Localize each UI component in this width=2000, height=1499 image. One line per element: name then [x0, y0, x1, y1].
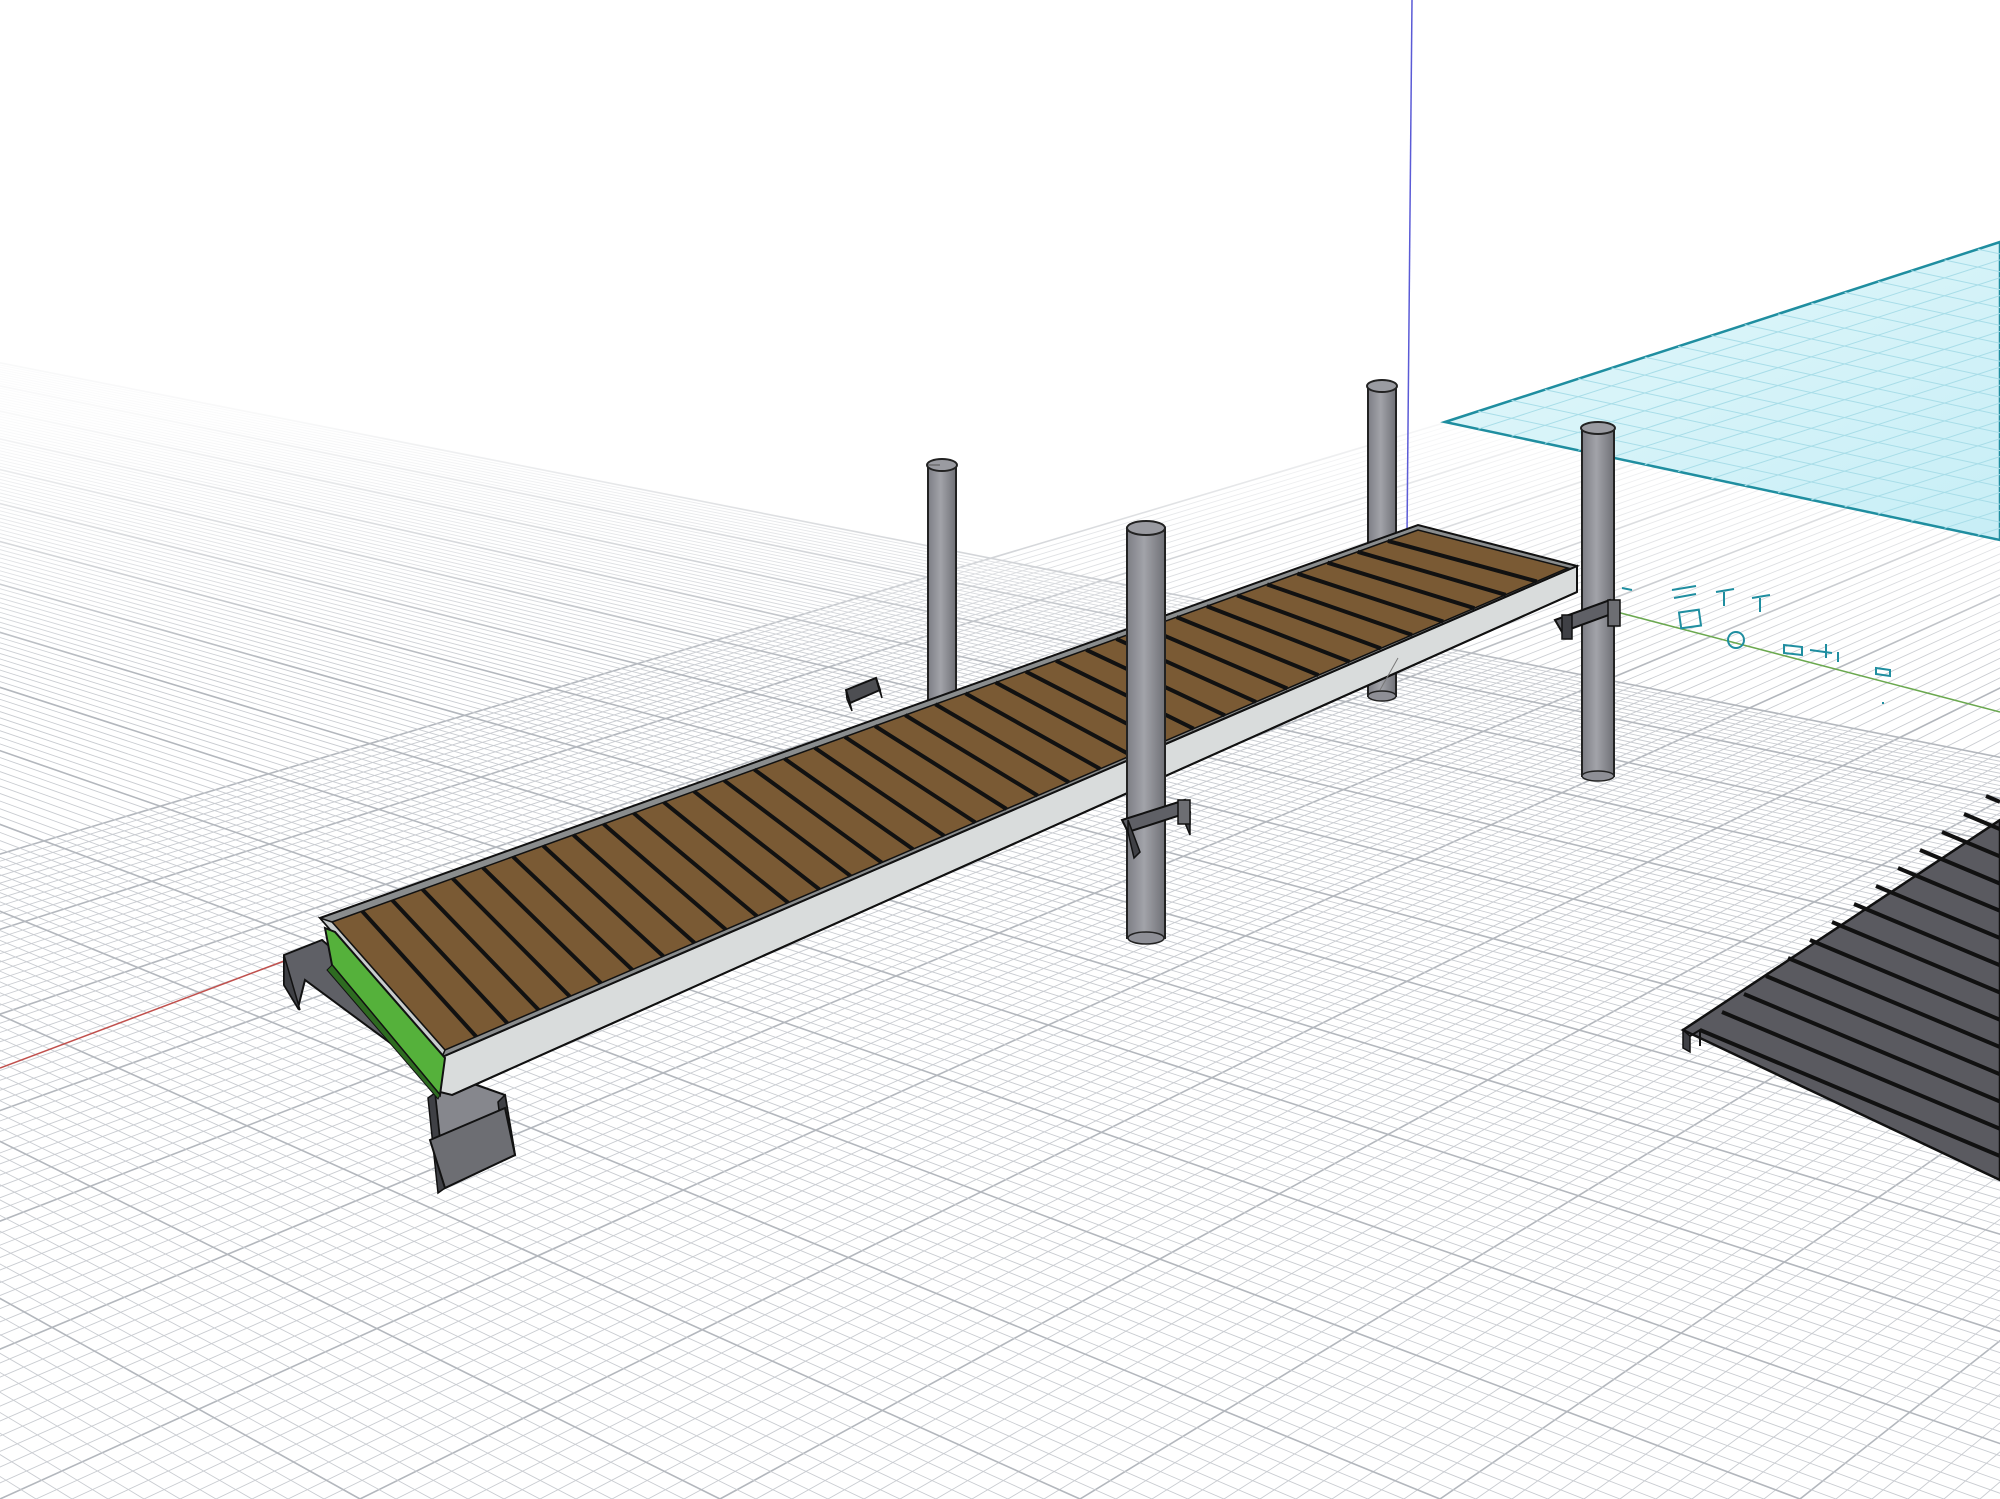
- dock-post-front-left: [1126, 520, 1166, 945]
- dock-post-back-left: [926, 458, 958, 711]
- 3d-viewport[interactable]: [0, 0, 2000, 1499]
- scene-canvas[interactable]: [0, 0, 2000, 1499]
